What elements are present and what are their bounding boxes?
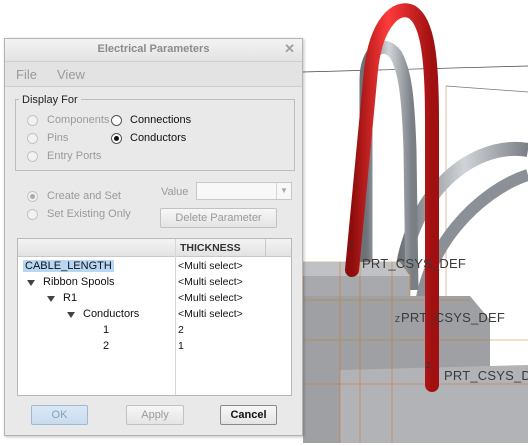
label-conductors: Conductors [130,132,187,144]
expand-triangle-icon[interactable] [27,280,35,286]
ok-button[interactable]: OK [31,405,88,425]
row-name: Conductors [83,308,140,320]
row-name: CABLE_LENGTH [23,260,114,272]
radio-pins[interactable] [27,133,38,144]
label-connections: Connections [130,114,192,126]
label-set-existing-only: Set Existing Only [47,208,131,220]
axis-mark-1: Z [349,241,354,250]
tree-row-conductor-2[interactable]: 2 1 [18,339,291,355]
menu-bar: File View [5,62,302,87]
row-value: <Multi select> [178,260,243,272]
tree-header: THICKNESS [18,239,291,257]
column-header-thickness[interactable]: THICKNESS [180,242,241,254]
chevron-down-icon[interactable]: ▼ [276,183,291,199]
column-divider-2 [265,239,266,256]
parameter-tree[interactable]: THICKNESS CABLE_LENGTH <Multi select> Ri… [17,238,292,396]
csys-label-2: PRT_CSYS_DEF [401,310,506,325]
label-entry-ports: Entry Ports [47,150,102,162]
radio-entry-ports[interactable] [27,151,38,162]
apply-button[interactable]: Apply [126,405,184,425]
delete-parameter-button[interactable]: Delete Parameter [160,208,277,228]
row-value: 2 [178,324,184,336]
row-value: <Multi select> [178,308,243,320]
row-name: 2 [103,340,110,352]
row-name: 1 [103,324,110,336]
tree-row-r1[interactable]: R1 <Multi select> [18,291,291,307]
axis-mark-3: Z [426,361,431,370]
row-value: 1 [178,340,184,352]
row-value: <Multi select> [178,276,243,288]
label-components: Components [47,114,110,126]
title-bar[interactable]: Electrical Parameters ✕ [5,39,302,62]
electrical-parameters-dialog: Electrical Parameters ✕ File View Displa… [4,38,303,436]
axis-mark-2: Z [395,315,400,324]
value-label: Value [161,186,189,198]
expand-triangle-icon[interactable] [47,296,55,302]
menu-file[interactable]: File [16,67,37,82]
menu-view[interactable]: View [57,67,85,82]
cancel-button[interactable]: Cancel [220,405,277,425]
row-name: R1 [63,292,78,304]
radio-connections[interactable] [111,115,122,126]
tree-row-conductor-1[interactable]: 1 2 [18,323,291,339]
tree-row-cable-length[interactable]: CABLE_LENGTH <Multi select> [18,259,291,275]
close-icon[interactable]: ✕ [284,41,295,57]
row-value: <Multi select> [178,292,243,304]
value-combo[interactable]: ▼ [196,182,292,200]
expand-triangle-icon[interactable] [67,312,75,318]
tree-row-conductors[interactable]: Conductors <Multi select> [18,307,291,323]
radio-conductors[interactable] [111,133,122,144]
tree-row-ribbon-spools[interactable]: Ribbon Spools <Multi select> [18,275,291,291]
row-name: Ribbon Spools [43,276,115,288]
dialog-title: Electrical Parameters [97,43,210,55]
label-pins: Pins [47,132,69,144]
radio-set-existing-only[interactable] [27,209,38,220]
label-create-and-set: Create and Set [47,190,121,202]
radio-components[interactable] [27,115,38,126]
display-for-legend: Display For [19,94,81,106]
csys-label-3: PRT_CSYS_DEF [444,368,528,383]
csys-label-1: PRT_CSYS_DEF [362,256,467,271]
radio-create-and-set[interactable] [27,191,38,202]
